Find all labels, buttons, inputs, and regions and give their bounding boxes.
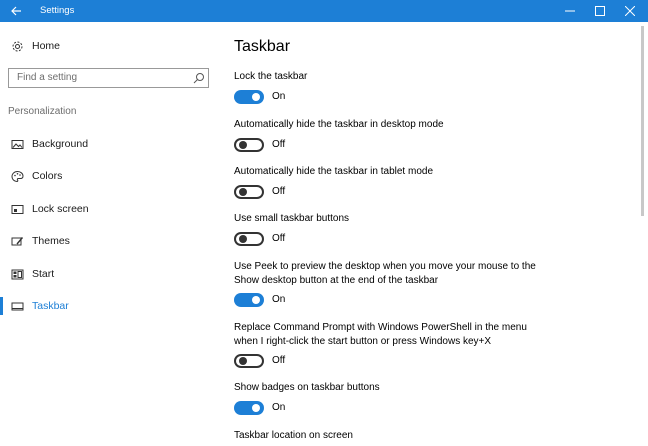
toggle-state-label: On — [272, 402, 286, 413]
setting-label-autohide-desktop: Automatically hide the taskbar in deskto… — [234, 119, 444, 130]
back-arrow-icon — [10, 6, 21, 16]
start-icon — [11, 268, 24, 281]
toggle-knob — [239, 141, 247, 149]
scrollbar-thumb[interactable] — [641, 26, 644, 216]
toggle-state-label: On — [272, 294, 286, 305]
sidebar: Home Find a setting Personalization Back… — [0, 22, 218, 446]
title-bar: Settings — [0, 0, 648, 22]
palette-icon — [11, 170, 24, 183]
toggle-knob — [239, 235, 247, 243]
close-icon — [625, 6, 635, 16]
toggle-knob — [239, 357, 247, 365]
search-placeholder: Find a setting — [17, 72, 78, 83]
setting-label-autohide-tablet: Automatically hide the taskbar in tablet… — [234, 166, 433, 177]
sidebar-item-lock-screen[interactable]: Lock screen — [0, 198, 218, 220]
sidebar-item-start[interactable]: Start — [0, 263, 218, 285]
close-button[interactable] — [615, 0, 645, 22]
minimize-button[interactable] — [555, 0, 585, 22]
sidebar-item-label: Background — [32, 138, 89, 150]
toggle-powershell[interactable] — [234, 354, 264, 368]
taskbar-location-heading: Taskbar location on screen — [234, 430, 353, 441]
sidebar-item-label: Colors — [32, 170, 63, 182]
lock-screen-icon — [11, 203, 24, 216]
setting-label-lock-taskbar: Lock the taskbar — [234, 71, 308, 82]
toggle-knob — [252, 93, 260, 101]
toggle-knob — [252, 404, 260, 412]
toggle-autohide-tablet[interactable] — [234, 185, 264, 199]
toggle-state-label: Off — [272, 186, 286, 197]
gear-icon — [11, 40, 24, 53]
toggle-knob — [252, 296, 260, 304]
picture-icon — [11, 138, 24, 151]
sidebar-item-label: Taskbar — [32, 300, 69, 312]
sidebar-item-colors[interactable]: Colors — [0, 165, 218, 187]
sidebar-item-themes[interactable]: Themes — [0, 230, 218, 252]
minimize-icon — [565, 10, 575, 12]
setting-label-powershell: Replace Command Prompt with Windows Powe… — [234, 322, 527, 347]
back-button[interactable] — [0, 0, 32, 22]
window-title: Settings — [40, 5, 75, 16]
toggle-lock-taskbar[interactable] — [234, 90, 264, 104]
sidebar-item-label: Lock screen — [32, 203, 89, 215]
taskbar-icon — [11, 300, 24, 313]
toggle-state-label: Off — [272, 139, 286, 150]
toggle-state-label: Off — [272, 233, 286, 244]
toggle-state-label: Off — [272, 355, 286, 366]
sidebar-home-label: Home — [32, 40, 61, 52]
maximize-button[interactable] — [585, 0, 615, 22]
maximize-icon — [595, 6, 605, 16]
toggle-knob — [239, 188, 247, 196]
sidebar-item-home[interactable]: Home — [0, 36, 218, 56]
toggle-peek[interactable] — [234, 293, 264, 307]
selection-indicator — [0, 297, 3, 315]
toggle-state-label: On — [272, 91, 286, 102]
sidebar-item-background[interactable]: Background — [0, 133, 218, 155]
brush-icon — [11, 235, 24, 248]
sidebar-item-label: Themes — [32, 235, 70, 247]
search-icon — [193, 73, 204, 84]
setting-label-peek: Use Peek to preview the desktop when you… — [234, 261, 536, 286]
toggle-autohide-desktop[interactable] — [234, 138, 264, 152]
setting-label-small-buttons: Use small taskbar buttons — [234, 213, 350, 224]
main-content: Taskbar Lock the taskbar On Automaticall… — [218, 22, 638, 446]
toggle-small-buttons[interactable] — [234, 232, 264, 246]
sidebar-item-taskbar[interactable]: Taskbar — [0, 295, 218, 317]
setting-label-badges: Show badges on taskbar buttons — [234, 382, 380, 393]
page-title: Taskbar — [234, 38, 291, 55]
search-input[interactable]: Find a setting — [8, 68, 209, 88]
sidebar-item-label: Start — [32, 268, 55, 280]
toggle-badges[interactable] — [234, 401, 264, 415]
scrollbar[interactable] — [638, 22, 648, 446]
section-label: Personalization — [8, 106, 77, 117]
